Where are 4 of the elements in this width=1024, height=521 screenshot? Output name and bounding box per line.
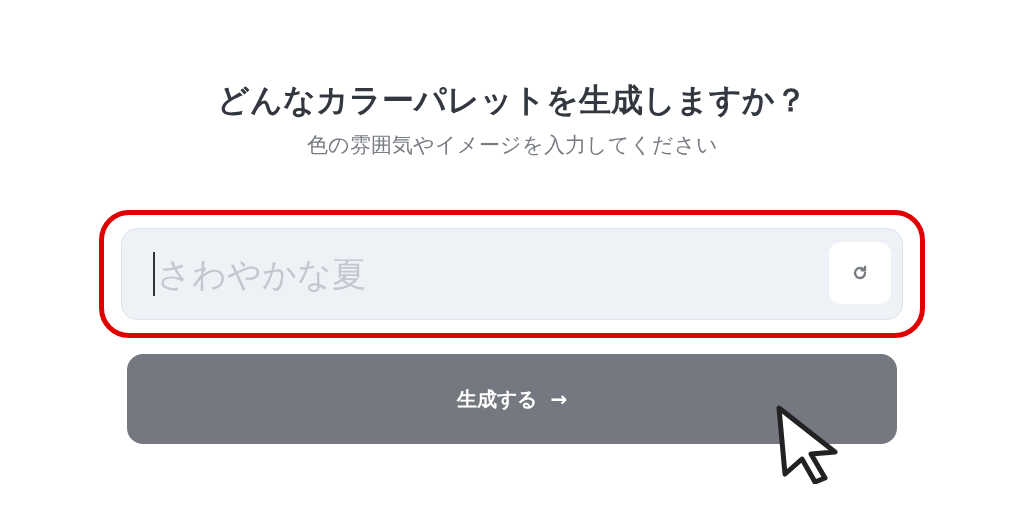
refresh-button[interactable] bbox=[829, 242, 891, 304]
page-title: どんなカラーパレットを生成しますか？ bbox=[217, 80, 807, 121]
page-subtitle: 色の雰囲気やイメージを入力してください bbox=[306, 132, 718, 159]
generate-button[interactable]: 生成する → bbox=[127, 354, 897, 444]
